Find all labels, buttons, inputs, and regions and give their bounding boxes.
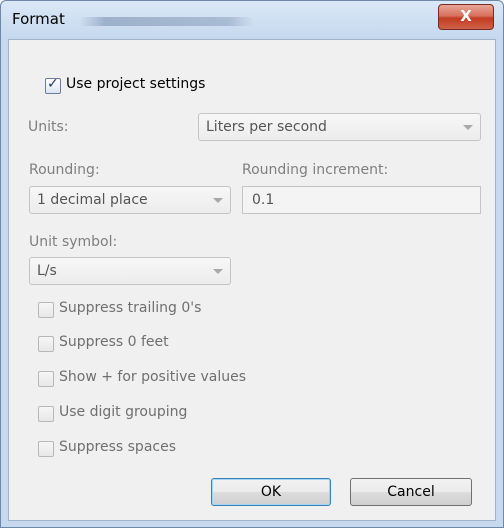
- check-mark-icon: ✓: [47, 76, 59, 92]
- rounding-select[interactable]: 1 decimal place: [29, 186, 231, 214]
- use-digit-grouping-label: Use digit grouping: [59, 404, 188, 420]
- close-button[interactable]: X: [438, 4, 494, 30]
- units-select[interactable]: Liters per second: [198, 113, 481, 141]
- chevron-down-icon: [213, 269, 223, 274]
- use-project-settings-label: Use project settings: [66, 76, 206, 92]
- suppress-trailing-zeros-checkbox[interactable]: [38, 302, 54, 318]
- cancel-button[interactable]: Cancel: [350, 478, 472, 506]
- title-bar[interactable]: Format X: [1, 1, 503, 39]
- chevron-down-icon: [213, 198, 223, 203]
- dialog-title: Format: [12, 10, 65, 28]
- use-digit-grouping-checkbox[interactable]: [38, 406, 54, 422]
- suppress-zero-feet-checkbox[interactable]: [38, 336, 54, 352]
- dialog-body: ✓ Use project settings Units: Liters per…: [8, 39, 496, 521]
- units-label: Units:: [28, 119, 69, 135]
- suppress-spaces-label: Suppress spaces: [59, 439, 176, 455]
- rounding-increment-label: Rounding increment:: [242, 162, 389, 178]
- use-project-settings-checkbox[interactable]: ✓: [45, 76, 61, 94]
- unit-symbol-select[interactable]: L/s: [29, 257, 231, 285]
- ok-button[interactable]: OK: [211, 478, 331, 506]
- suppress-zero-feet-label: Suppress 0 feet: [59, 334, 169, 350]
- rounding-increment-value: 0.1: [252, 192, 275, 208]
- show-plus-positive-label: Show + for positive values: [59, 369, 247, 385]
- unit-symbol-label: Unit symbol:: [29, 234, 118, 250]
- rounding-value: 1 decimal place: [37, 192, 148, 208]
- suppress-spaces-checkbox[interactable]: [38, 441, 54, 457]
- suppress-trailing-zeros-label: Suppress trailing 0's: [59, 300, 202, 316]
- rounding-label: Rounding:: [29, 162, 100, 178]
- format-dialog: Format X ✓ Use project settings Units: L…: [0, 0, 504, 528]
- unit-symbol-value: L/s: [37, 263, 57, 279]
- units-value: Liters per second: [206, 119, 327, 135]
- rounding-increment-field[interactable]: 0.1: [242, 186, 481, 214]
- chevron-down-icon: [463, 125, 473, 130]
- blurred-title-text: [79, 17, 254, 26]
- show-plus-positive-checkbox[interactable]: [38, 371, 54, 387]
